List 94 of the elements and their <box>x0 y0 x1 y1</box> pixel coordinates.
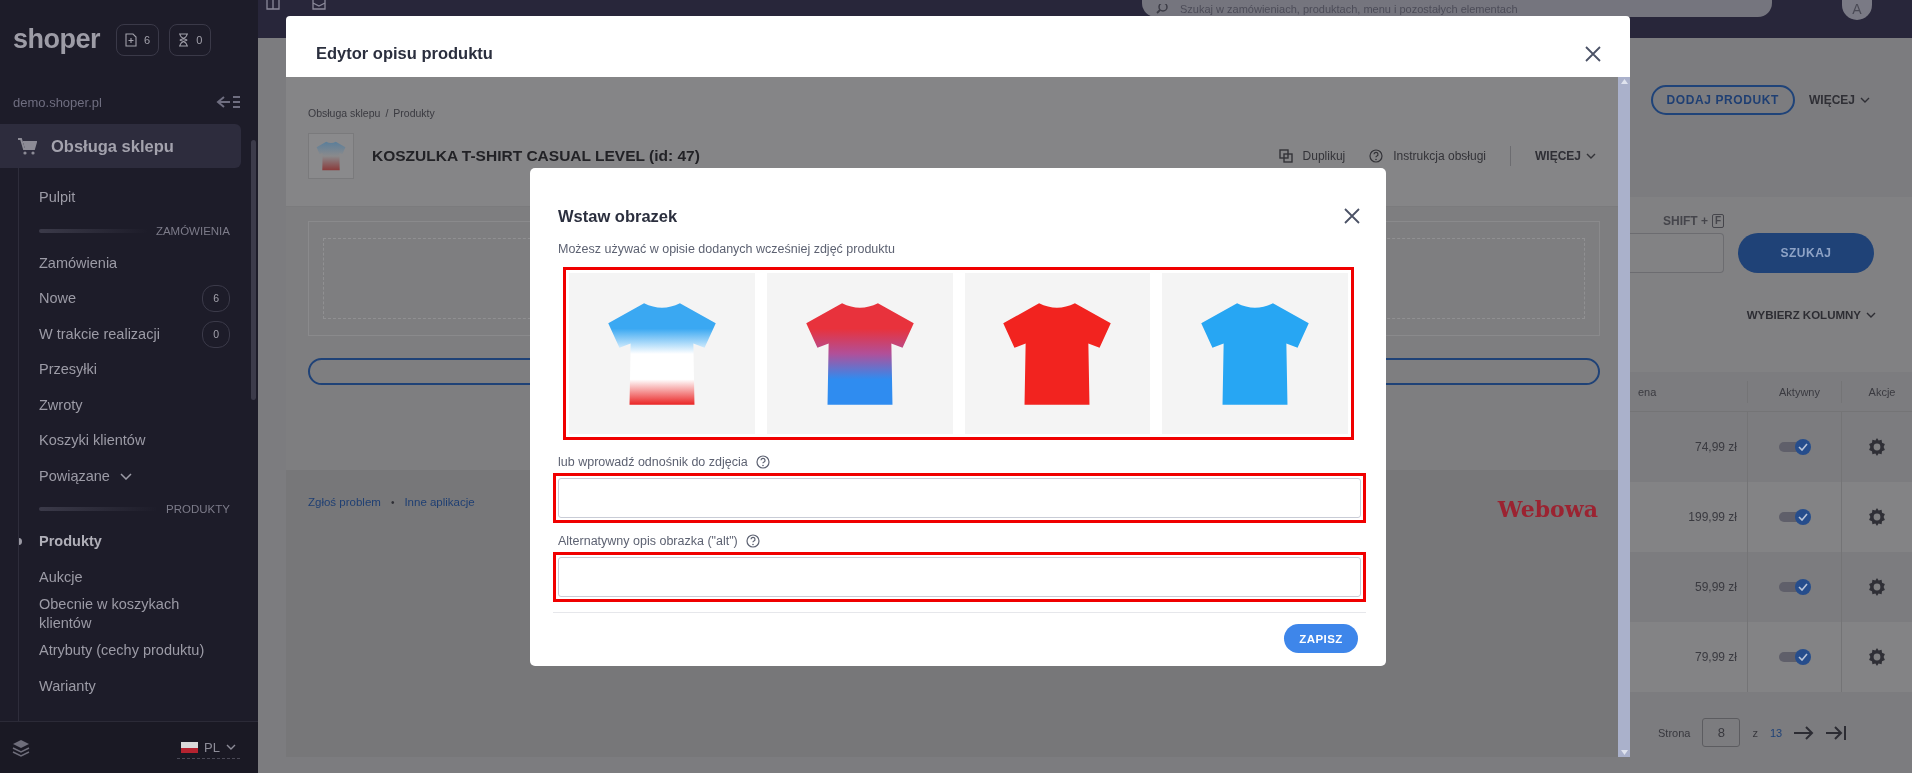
sidebar-item[interactable]: Powiązane <box>39 458 230 494</box>
table-cell: 74,99 zł <box>1694 440 1737 454</box>
sidebar-item[interactable]: W trakcie realizacji 0 <box>39 316 230 352</box>
image-tile[interactable] <box>766 273 953 434</box>
column-header: ena <box>1637 384 1658 400</box>
sidebar-item[interactable]: Nowe 6 <box>39 281 230 317</box>
chevron-down-icon <box>226 744 236 750</box>
close-button[interactable] <box>1584 44 1602 63</box>
settings-icon[interactable] <box>1868 648 1886 666</box>
link-separator: • <box>390 496 395 508</box>
dialog-title: Wstaw obrazek <box>558 206 678 226</box>
envelope-icon[interactable] <box>312 0 326 10</box>
column-header: Akcje <box>1841 380 1912 403</box>
key-cap: F <box>1712 214 1725 228</box>
active-toggle[interactable] <box>1778 649 1811 665</box>
sidebar-item-label: Powiązane <box>39 466 110 486</box>
action-link[interactable]: Instrukcja obsługi <box>1393 149 1486 163</box>
chevron-down-icon <box>1586 153 1596 159</box>
active-toggle[interactable] <box>1778 439 1811 455</box>
search-field[interactable] <box>1630 233 1724 273</box>
action-link[interactable]: Duplikuj <box>1302 149 1346 163</box>
counter-button[interactable]: 0 <box>169 23 212 56</box>
choose-columns-button[interactable]: WYBIERZ KOLUMNY <box>1746 309 1861 321</box>
column-header: Aktywny <box>1747 380 1841 403</box>
check-icon <box>1797 443 1808 451</box>
active-toggle[interactable] <box>1778 579 1811 595</box>
copy-icon[interactable] <box>1278 149 1293 163</box>
sidebar-item[interactable]: Pulpit <box>39 180 230 216</box>
image-tile[interactable] <box>1162 273 1348 434</box>
breadcrumb-separator: / <box>385 107 389 119</box>
document-plus-icon <box>125 32 138 47</box>
collapse-sidebar-icon[interactable] <box>216 94 240 110</box>
field-label: lub wprowadź odnośnik do zdjęcia <box>558 455 748 469</box>
chevron-down-icon <box>1860 97 1870 103</box>
image-tile[interactable] <box>964 273 1151 434</box>
sidebar-item[interactable]: Warianty <box>39 668 230 704</box>
logo: shoper <box>13 24 101 55</box>
help-icon <box>1369 149 1384 163</box>
columns-icon[interactable] <box>266 0 280 10</box>
active-toggle[interactable] <box>1778 509 1811 525</box>
pagination-label: z <box>1752 726 1758 739</box>
modal-title: Edytor opisu produktu <box>316 44 493 63</box>
sidebar-item[interactable]: Atrybuty (cechy produktu) <box>39 633 230 669</box>
section-header: ZAMÓWIENIA <box>155 224 230 237</box>
sidebar-item[interactable]: Zwroty <box>39 387 230 423</box>
check-icon <box>1797 583 1808 591</box>
count-badge: 6 <box>202 285 230 313</box>
scrollbar-thumb[interactable] <box>251 140 256 400</box>
chevron-down-icon <box>1866 312 1876 318</box>
check-icon <box>1797 653 1808 661</box>
table-cell: 199,99 zł <box>1688 510 1737 524</box>
section-header: PRODUKTY <box>166 503 230 515</box>
settings-icon[interactable] <box>1868 438 1886 456</box>
settings-icon[interactable] <box>1868 508 1886 526</box>
check-icon <box>1797 513 1808 521</box>
last-page-icon[interactable] <box>1826 725 1847 740</box>
page-number-field[interactable]: 8 <box>1702 718 1741 747</box>
sidebar-item[interactable]: Przesyłki <box>39 352 230 388</box>
table-cell: 79,99 zł <box>1694 650 1737 664</box>
store-url: demo.shoper.pl <box>13 94 102 110</box>
product-title: KOSZULKA T-SHIRT CASUAL LEVEL (id: 47) <box>372 147 700 165</box>
sidebar-item[interactable]: Koszyki klientów <box>39 423 230 459</box>
sidebar-item[interactable]: Zamówienia <box>39 245 230 281</box>
help-icon <box>745 534 760 548</box>
product-thumbnail <box>308 133 354 179</box>
shortcut-hint: SHIFT + <box>1663 214 1708 228</box>
search-icon <box>1156 3 1168 14</box>
more-menu[interactable]: WIĘCEJ <box>1809 93 1855 107</box>
count-badge: 0 <box>202 320 230 348</box>
counter-button[interactable]: 6 <box>116 23 160 56</box>
cart-icon <box>18 137 37 155</box>
arrow-right-icon[interactable] <box>1794 725 1815 740</box>
close-button[interactable] <box>1343 207 1361 225</box>
more-menu[interactable]: WIĘCEJ <box>1535 149 1581 163</box>
breadcrumb-link[interactable]: Produkty <box>393 107 435 119</box>
hourglass-icon <box>178 32 190 47</box>
search-button[interactable]: SZUKAJ <box>1738 233 1874 273</box>
sidebar-section[interactable]: Obsługa sklepu <box>0 124 241 168</box>
breadcrumb-link[interactable]: Obsługa sklepu <box>308 107 381 119</box>
layers-icon[interactable] <box>12 738 30 757</box>
field-label: Alternatywny opis obrazka ("alt") <box>558 534 738 548</box>
language-selector[interactable]: PL <box>177 736 240 759</box>
help-icon <box>755 455 770 469</box>
sidebar-item[interactable]: Aukcje <box>39 559 230 595</box>
dialog-description: Możesz używać w opisie dodanych wcześniej zdjęć produktu <box>558 241 896 257</box>
image-tile[interactable] <box>569 273 755 434</box>
pagination-label: Strona <box>1658 726 1691 739</box>
sidebar-item[interactable]: Produkty <box>39 524 230 560</box>
save-button[interactable]: ZAPISZ <box>1284 624 1358 653</box>
sidebar-item[interactable]: Obecnie w koszykach klientów <box>39 595 230 633</box>
brand-logo: Webowa <box>1497 496 1598 522</box>
table-cell: 59,99 zł <box>1694 580 1737 594</box>
chevron-down-icon <box>119 472 132 480</box>
settings-icon[interactable] <box>1868 578 1886 596</box>
